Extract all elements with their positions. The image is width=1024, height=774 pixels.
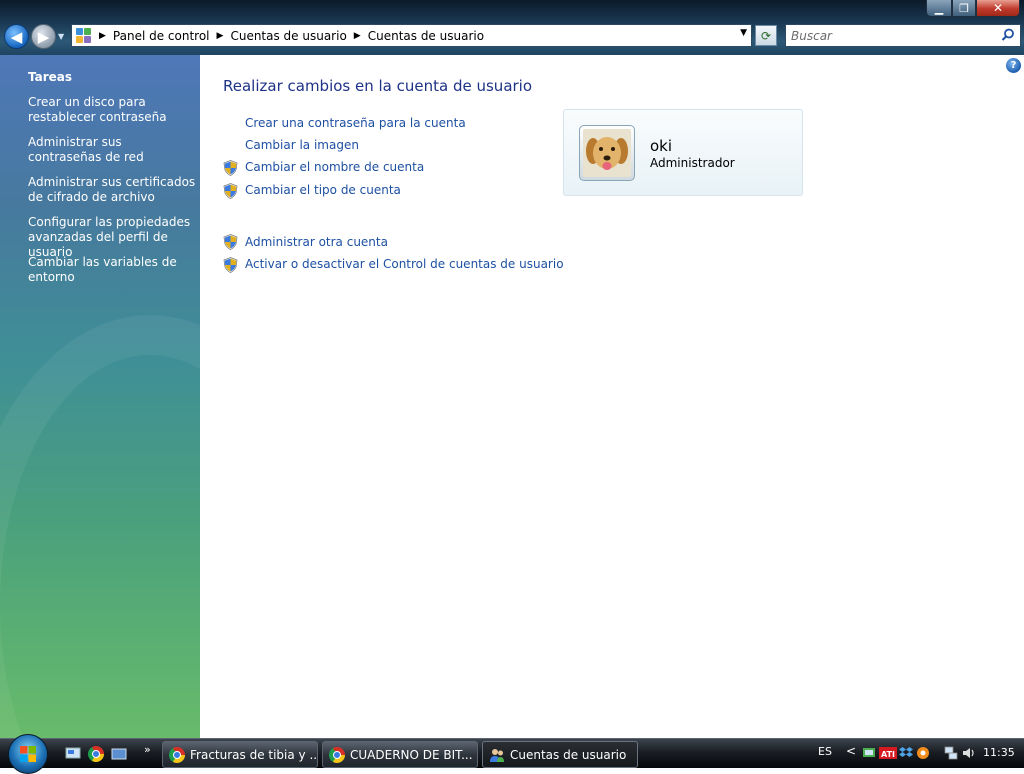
ati-icon[interactable]: ATI <box>879 746 897 760</box>
refresh-button[interactable]: ⟳ <box>755 25 777 46</box>
task-manage-network-passwords[interactable]: Administrar sus contraseñas de red <box>28 135 198 165</box>
volume-icon[interactable] <box>962 746 976 760</box>
window-controls: ▁ ❐ ✕ <box>926 0 1022 18</box>
breadcrumb-user-accounts[interactable]: Cuentas de usuario <box>230 29 346 43</box>
link-change-account-type[interactable]: Cambiar el tipo de cuenta <box>245 183 401 197</box>
chevron-down-icon[interactable]: ▼ <box>740 28 747 38</box>
clock[interactable]: 11:35 <box>983 746 1015 759</box>
breadcrumb-separator-icon: ▶ <box>353 30 361 41</box>
chrome-icon <box>169 746 185 763</box>
arrow-left-icon: ◀ <box>10 27 23 46</box>
taskbar-item-fracturas[interactable]: Fracturas de tibia y ... <box>162 741 318 768</box>
switch-windows-icon[interactable] <box>111 747 127 761</box>
uac-shield-icon <box>223 160 238 176</box>
tasks-heading: Tareas <box>28 70 73 84</box>
dog-picture-icon <box>583 129 631 177</box>
minimize-button[interactable]: ▁ <box>926 0 952 17</box>
uac-shield-icon <box>223 257 238 273</box>
arrow-right-icon: ▶ <box>37 27 50 46</box>
refresh-icon: ⟳ <box>760 28 772 43</box>
back-button[interactable]: ◀ <box>4 24 29 49</box>
window-chrome: ▁ ❐ ✕ ◀ ▶ ▼ ▶ Panel de control ▶ Cuentas… <box>0 0 1024 55</box>
recent-pages-dropdown[interactable]: ▼ <box>58 32 64 41</box>
maximize-button[interactable]: ❐ <box>952 0 976 17</box>
taskbar-item-cuaderno[interactable]: CUADERNO DE BIT... <box>322 741 478 768</box>
language-indicator[interactable]: ES <box>818 745 832 758</box>
task-manage-certificates[interactable]: Administrar sus certificados de cifrado … <box>28 175 198 205</box>
breadcrumb-user-accounts-current[interactable]: Cuentas de usuario <box>368 29 484 43</box>
taskbar-item-label: CUADERNO DE BIT... <box>350 747 473 762</box>
breadcrumb-separator-icon: ▶ <box>216 30 224 41</box>
dropbox-icon[interactable] <box>899 746 913 760</box>
quick-launch-more-button[interactable]: » <box>144 743 151 756</box>
avatar <box>579 125 635 181</box>
address-bar[interactable]: ▶ Panel de control ▶ Cuentas de usuario … <box>71 24 752 47</box>
taskbar: » Fracturas de tibia y ... CUADERNO DE B… <box>0 734 1024 774</box>
network-icon[interactable] <box>944 746 958 760</box>
search-icon[interactable] <box>1001 28 1015 42</box>
search-box <box>785 24 1021 47</box>
breadcrumb-separator-icon: ▶ <box>99 30 106 41</box>
start-button[interactable] <box>8 734 48 774</box>
user-name: oki <box>650 137 673 155</box>
uac-shield-icon <box>223 183 238 199</box>
close-button[interactable]: ✕ <box>976 0 1020 17</box>
task-environment-variables[interactable]: Cambiar las variables de entorno <box>28 255 198 285</box>
user-accounts-icon <box>490 748 504 762</box>
forward-button[interactable]: ▶ <box>31 24 56 49</box>
link-create-password[interactable]: Crear una contraseña para la cuenta <box>245 116 466 130</box>
avast-icon[interactable] <box>916 746 930 760</box>
user-account-card: oki Administrador <box>563 109 803 196</box>
svg-text:ATI: ATI <box>881 750 895 759</box>
task-advanced-profile[interactable]: Configurar las propiedades avanzadas del… <box>28 215 198 260</box>
link-change-account-name[interactable]: Cambiar el nombre de cuenta <box>245 160 424 174</box>
search-input[interactable] <box>786 25 986 47</box>
task-create-reset-disk[interactable]: Crear un disco para restablecer contrase… <box>28 95 198 125</box>
page-title: Realizar cambios en la cuenta de usuario <box>223 77 533 95</box>
breadcrumb-control-panel[interactable]: Panel de control <box>113 29 210 43</box>
task-pane: Tareas Crear un disco para restablecer c… <box>0 55 200 738</box>
link-manage-other-account[interactable]: Administrar otra cuenta <box>245 235 388 249</box>
show-desktop-icon[interactable] <box>65 747 81 761</box>
uac-shield-icon <box>223 234 238 250</box>
chrome-icon <box>329 746 345 763</box>
taskbar-item-label: Cuentas de usuario <box>510 747 627 762</box>
help-icon[interactable]: ? <box>1006 58 1021 73</box>
chrome-icon[interactable] <box>88 746 104 762</box>
user-role: Administrador <box>650 156 735 170</box>
control-panel-icon <box>76 27 92 44</box>
taskbar-item-user-accounts[interactable]: Cuentas de usuario <box>482 741 638 768</box>
windows-logo-icon <box>20 746 36 762</box>
taskbar-item-label: Fracturas de tibia y ... <box>190 747 318 762</box>
network-wizard-icon[interactable] <box>862 746 876 760</box>
link-toggle-uac[interactable]: Activar o desactivar el Control de cuent… <box>245 257 564 271</box>
show-hidden-icons-button[interactable]: < <box>846 744 856 758</box>
link-change-picture[interactable]: Cambiar la imagen <box>245 138 359 152</box>
